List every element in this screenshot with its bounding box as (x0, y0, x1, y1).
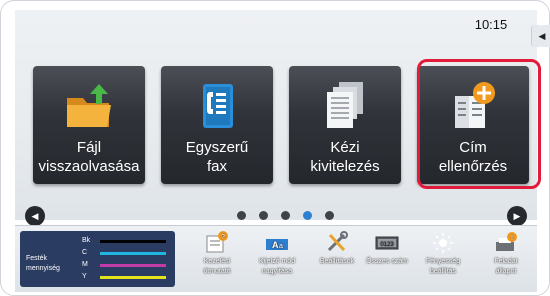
svg-text:!: ! (511, 235, 513, 242)
system-bar: Festék mennyiség Bk C M Y ? Kezelési útmut… (15, 225, 537, 292)
toner-bar (100, 264, 166, 267)
toner-bar (100, 240, 166, 243)
brightness-button[interactable]: Fényesség beállítás (418, 230, 468, 290)
tile-label: Kézi kivitelezés (310, 139, 380, 175)
tile-file-retrieve[interactable]: Fájl visszaolvasása (33, 66, 145, 184)
tile-label: Fájl visszaolvasása (38, 139, 140, 175)
tile-highlight-frame (417, 59, 541, 189)
page-dot[interactable] (325, 211, 334, 220)
touch-panel-screen: Fájl visszaolvasása Egyszerű fax Kézi ki… (0, 0, 550, 296)
job-status-button[interactable]: ! Feladat állapot (481, 230, 531, 290)
counter-icon: 0123 (375, 236, 399, 250)
side-panel-tab[interactable]: ◀︎ (531, 25, 550, 47)
brightness-icon (433, 233, 453, 253)
home-screen-area: Fájl visszaolvasása Egyszerű fax Kézi ki… (15, 10, 541, 226)
svg-text:0123: 0123 (380, 242, 394, 248)
display-zoom-button[interactable]: A a Kijelző mód nagyítása (252, 230, 302, 290)
toner-row-magenta: M (82, 260, 170, 270)
svg-text:A: A (272, 240, 279, 250)
toner-bar (100, 252, 166, 255)
settings-button[interactable]: Beállítások (312, 230, 362, 290)
total-count-button[interactable]: 0123 Összes szám (362, 230, 412, 290)
svg-text:?: ? (221, 234, 225, 241)
svg-text:a: a (279, 243, 283, 250)
page-dot[interactable] (259, 211, 268, 220)
toner-label: Festék mennyiség (26, 255, 60, 272)
toner-level-panel: Festék mennyiség Bk C M Y (20, 231, 175, 287)
prev-page-button[interactable]: ◀ (25, 206, 45, 226)
manual-icon: ? (206, 231, 228, 253)
folder-arrow-icon (67, 84, 111, 127)
toner-row-black: Bk (82, 236, 170, 246)
fax-phone-icon (203, 84, 233, 128)
tile-label: Egyszerű fax (185, 139, 249, 175)
settings-tools-icon (327, 231, 348, 252)
tile-easy-fax[interactable]: Egyszerű fax (161, 66, 273, 184)
document-stack-icon (327, 82, 363, 128)
next-page-button[interactable]: ▶ (507, 206, 527, 226)
page-indicator (237, 211, 334, 220)
clock: 10:15 (474, 17, 508, 32)
toner-row-yellow: Y (82, 272, 170, 282)
display-zoom-icon: A a (266, 239, 288, 250)
job-status-icon: ! (496, 232, 517, 251)
chevron-left-icon: ◀︎ (538, 30, 546, 41)
page-dot[interactable] (237, 211, 246, 220)
toner-bar (100, 276, 166, 279)
operation-guide-button[interactable]: ? Kezelési útmutató (192, 230, 242, 290)
toner-row-cyan: C (82, 248, 170, 258)
tile-manual-dispatch[interactable]: Kézi kivitelezés (289, 66, 401, 184)
page-dot[interactable] (303, 211, 312, 220)
page-dot[interactable] (281, 211, 290, 220)
